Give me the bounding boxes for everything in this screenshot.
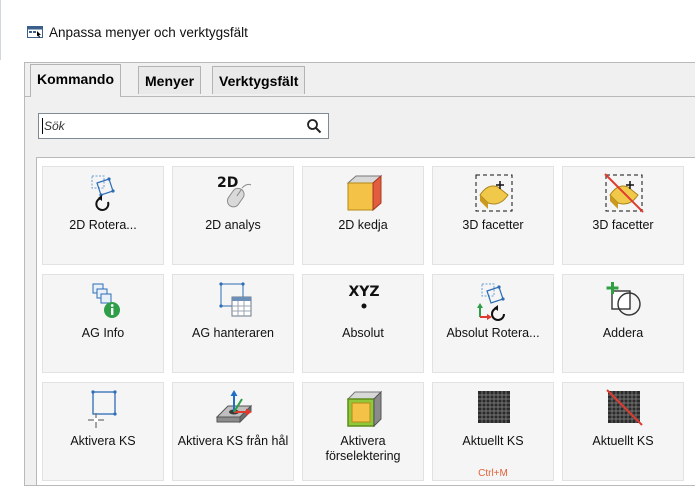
window-title: Anpassa menyer och verktygsfält [49,25,248,40]
current-cs-grid-remove-icon [606,389,643,426]
command-tile[interactable]: Aktuellt KS Ctrl+M [432,382,554,481]
absolute-rotate-icon [477,283,505,321]
command-label: Aktivera förselektering [325,434,401,463]
command-tile[interactable]: AG Info [42,274,164,373]
shortcut-label: Ctrl+M [478,468,508,479]
text-caret [42,118,43,134]
tab-divider [25,96,695,97]
current-cs-grid-icon [478,391,510,423]
command-tile[interactable]: Aktivera KS från hål [172,382,294,481]
tab-menyer[interactable]: Menyer [138,66,202,94]
command-label: 2D analys [205,218,261,232]
command-tile[interactable]: Absolut Rotera... [432,274,554,373]
tab-verktygsfalt[interactable]: Verktygsfält [212,66,306,94]
search-field[interactable] [38,113,329,139]
ag-info-icon [92,283,120,318]
command-tile[interactable]: 2D Rotera... [42,166,164,265]
command-label: 2D kedja [338,218,388,232]
command-tile[interactable]: Aktivera KS [42,382,164,481]
command-label: 2D Rotera... [69,218,137,232]
command-tile[interactable]: AG hanteraren [172,274,294,373]
command-tile[interactable]: XYZ Absolut [302,274,424,373]
search-input[interactable] [44,117,294,135]
2d-analysis-mouse-icon: 2D [217,175,252,208]
command-tile[interactable]: 2D 2D analys [172,166,294,265]
svg-text:XYZ: XYZ [348,284,379,300]
add-shape-icon [606,282,641,316]
activate-preselection-icon [346,390,383,428]
activate-cs-icon [88,390,117,428]
ag-manager-icon [219,282,252,317]
activate-cs-from-hole-icon [215,390,253,424]
command-label: 3D facetter [592,218,654,232]
command-tile[interactable]: Addera [562,274,684,373]
command-tile[interactable]: 3D facetter [562,166,684,265]
2d-chain-box-icon [346,174,383,212]
title-bar: Anpassa menyer och verktygsfält [0,0,695,60]
command-tile[interactable]: Aktivera förselektering [302,382,424,481]
command-label: Absolut Rotera... [446,326,540,340]
command-grid: 2D Rotera... 2D 2D analys 2D kedja 3D fa… [36,157,695,486]
tab-kommando[interactable]: Kommando [30,64,121,97]
app-window-icon [27,26,43,38]
3d-facets-icon [475,174,513,212]
command-tile[interactable]: 3D facetter [432,166,554,265]
command-label: Addera [602,326,644,340]
command-tile[interactable]: 2D kedja [302,166,424,265]
command-label: AG hanteraren [192,326,274,340]
xyz-absolute-icon: XYZ [348,284,380,309]
command-tile[interactable]: Aktuellt KS [562,382,684,481]
search-icon[interactable] [306,118,322,134]
command-label: Aktuellt KS [592,434,654,448]
customize-dialog: Anpassa menyer och verktygsfält Kommando… [0,0,695,486]
2d-rotate-icon [91,175,115,211]
command-label: Aktuellt KS [462,434,524,448]
3d-facets-remove-icon [604,173,644,213]
command-label: Absolut [342,326,384,340]
command-label: AG Info [81,326,125,340]
command-label: 3D facetter [462,218,524,232]
command-label: Aktivera KS [70,434,136,448]
command-label: Aktivera KS från hål [177,434,289,448]
